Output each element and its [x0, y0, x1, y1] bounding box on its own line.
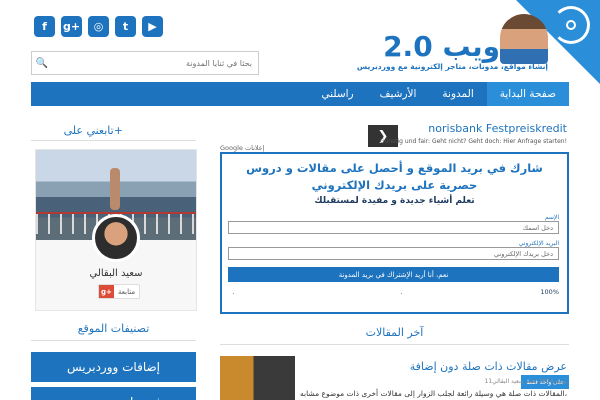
name-field[interactable]: دخل اسمك [228, 221, 559, 234]
avatar[interactable] [92, 214, 140, 262]
search-input[interactable] [52, 52, 258, 74]
follow-button[interactable]: g+ متابعة [98, 284, 141, 299]
follow-widget-title: تابعني على+ㅤㅤㅤㅤ [63, 124, 164, 137]
post-meta: 11يونيو,2014,بقلم سعيد البقالي [484, 378, 567, 385]
cover-person [110, 168, 120, 210]
ad-description: Günstig und fair: Geht nicht? Geht doch:… [379, 138, 567, 145]
category-tutorials[interactable]: شروحات ووردبريس [31, 387, 196, 400]
nav-item-archive[interactable]: الأرشيف [367, 82, 430, 106]
email-field[interactable]: دخل بريدك الإلكتروني [228, 247, 559, 260]
nav-item-blog[interactable]: المدونة [429, 82, 486, 106]
googleplus-icon[interactable]: g+ [61, 16, 82, 37]
ad-title[interactable]: norisbank Festpreiskredit [428, 122, 567, 135]
profile-name[interactable]: سعيد البقالي [36, 268, 196, 279]
post-title[interactable]: عرض مقالات ذات صلة دون إضافة [410, 360, 567, 373]
email-label: البريد الإلكتروني [518, 240, 559, 247]
youtube-icon[interactable]: ▶ [142, 16, 163, 37]
follow-label: متابعة [118, 287, 136, 296]
facebook-icon[interactable]: f [34, 16, 55, 37]
logo-text: 2.0 ويب [383, 30, 500, 63]
search-box: 🔍 [31, 51, 259, 75]
logo-tagline: إنشاء مواقع، مدونات، متاجر إلكترونية مع … [356, 62, 548, 71]
divider [31, 340, 196, 341]
instagram-icon[interactable]: ◎ [88, 16, 109, 37]
optin-subheading: تعلم أشياء جديدة و مفيدة لمستقبلك [314, 196, 475, 206]
ad-provider[interactable]: Google إعلانات [220, 144, 264, 152]
logo-avatar [500, 14, 548, 64]
search-icon[interactable]: 🔍 [32, 58, 52, 69]
divider [31, 140, 196, 141]
logo-version: 2.0 [383, 30, 433, 63]
twitter-icon[interactable]: t [115, 16, 136, 37]
post-thumbnail[interactable] [220, 356, 295, 400]
optin-heading: شارك في بريد الموقع و أحصل على مقالات و … [246, 161, 543, 192]
logo-word: ويب [442, 30, 500, 63]
site-logo[interactable]: 2.0 ويب إنشاء مواقع، مدونات، متاجر إلكتر… [357, 14, 548, 76]
nav-item-home[interactable]: صفحة البداية [486, 82, 569, 106]
loading-dot-icon [566, 20, 576, 30]
name-label: الإسم [544, 214, 559, 221]
subscribe-button[interactable]: نعم، أنا أريد الإشتراك في بريد المدونة [228, 267, 559, 282]
social-icons: f g+ ◎ t ▶ [34, 16, 163, 37]
divider [220, 344, 569, 345]
main-nav: صفحة البداية المدونة الأرشيف راسلني [31, 82, 569, 106]
post-excerpt: المقالات ذات صلة هي وسيلة رائعة لجلب الز… [300, 389, 567, 398]
latest-posts-title: آخر المقالات [365, 326, 424, 339]
googleplus-icon: g+ [99, 285, 114, 298]
category-plugins[interactable]: إضافات ووردبريس [31, 352, 196, 382]
categories-title: تصنيفات الموقع [77, 322, 150, 335]
googleplus-profile-card: سعيد البقالي g+ متابعة [35, 149, 197, 311]
nav-item-contact[interactable]: راسلني [308, 82, 366, 106]
optin-note: 100% ㅤㅤㅤㅤ ㅤㅤㅤㅤㅤ ㅤㅤㅤㅤㅤㅤ ㅤㅤㅤㅤ ㅤㅤㅤㅤㅤ ㅤㅤ. ㅤㅤ… [232, 288, 559, 296]
newsletter-optin: شارك في بريد الموقع و أحصل على مقالات و … [220, 152, 569, 314]
